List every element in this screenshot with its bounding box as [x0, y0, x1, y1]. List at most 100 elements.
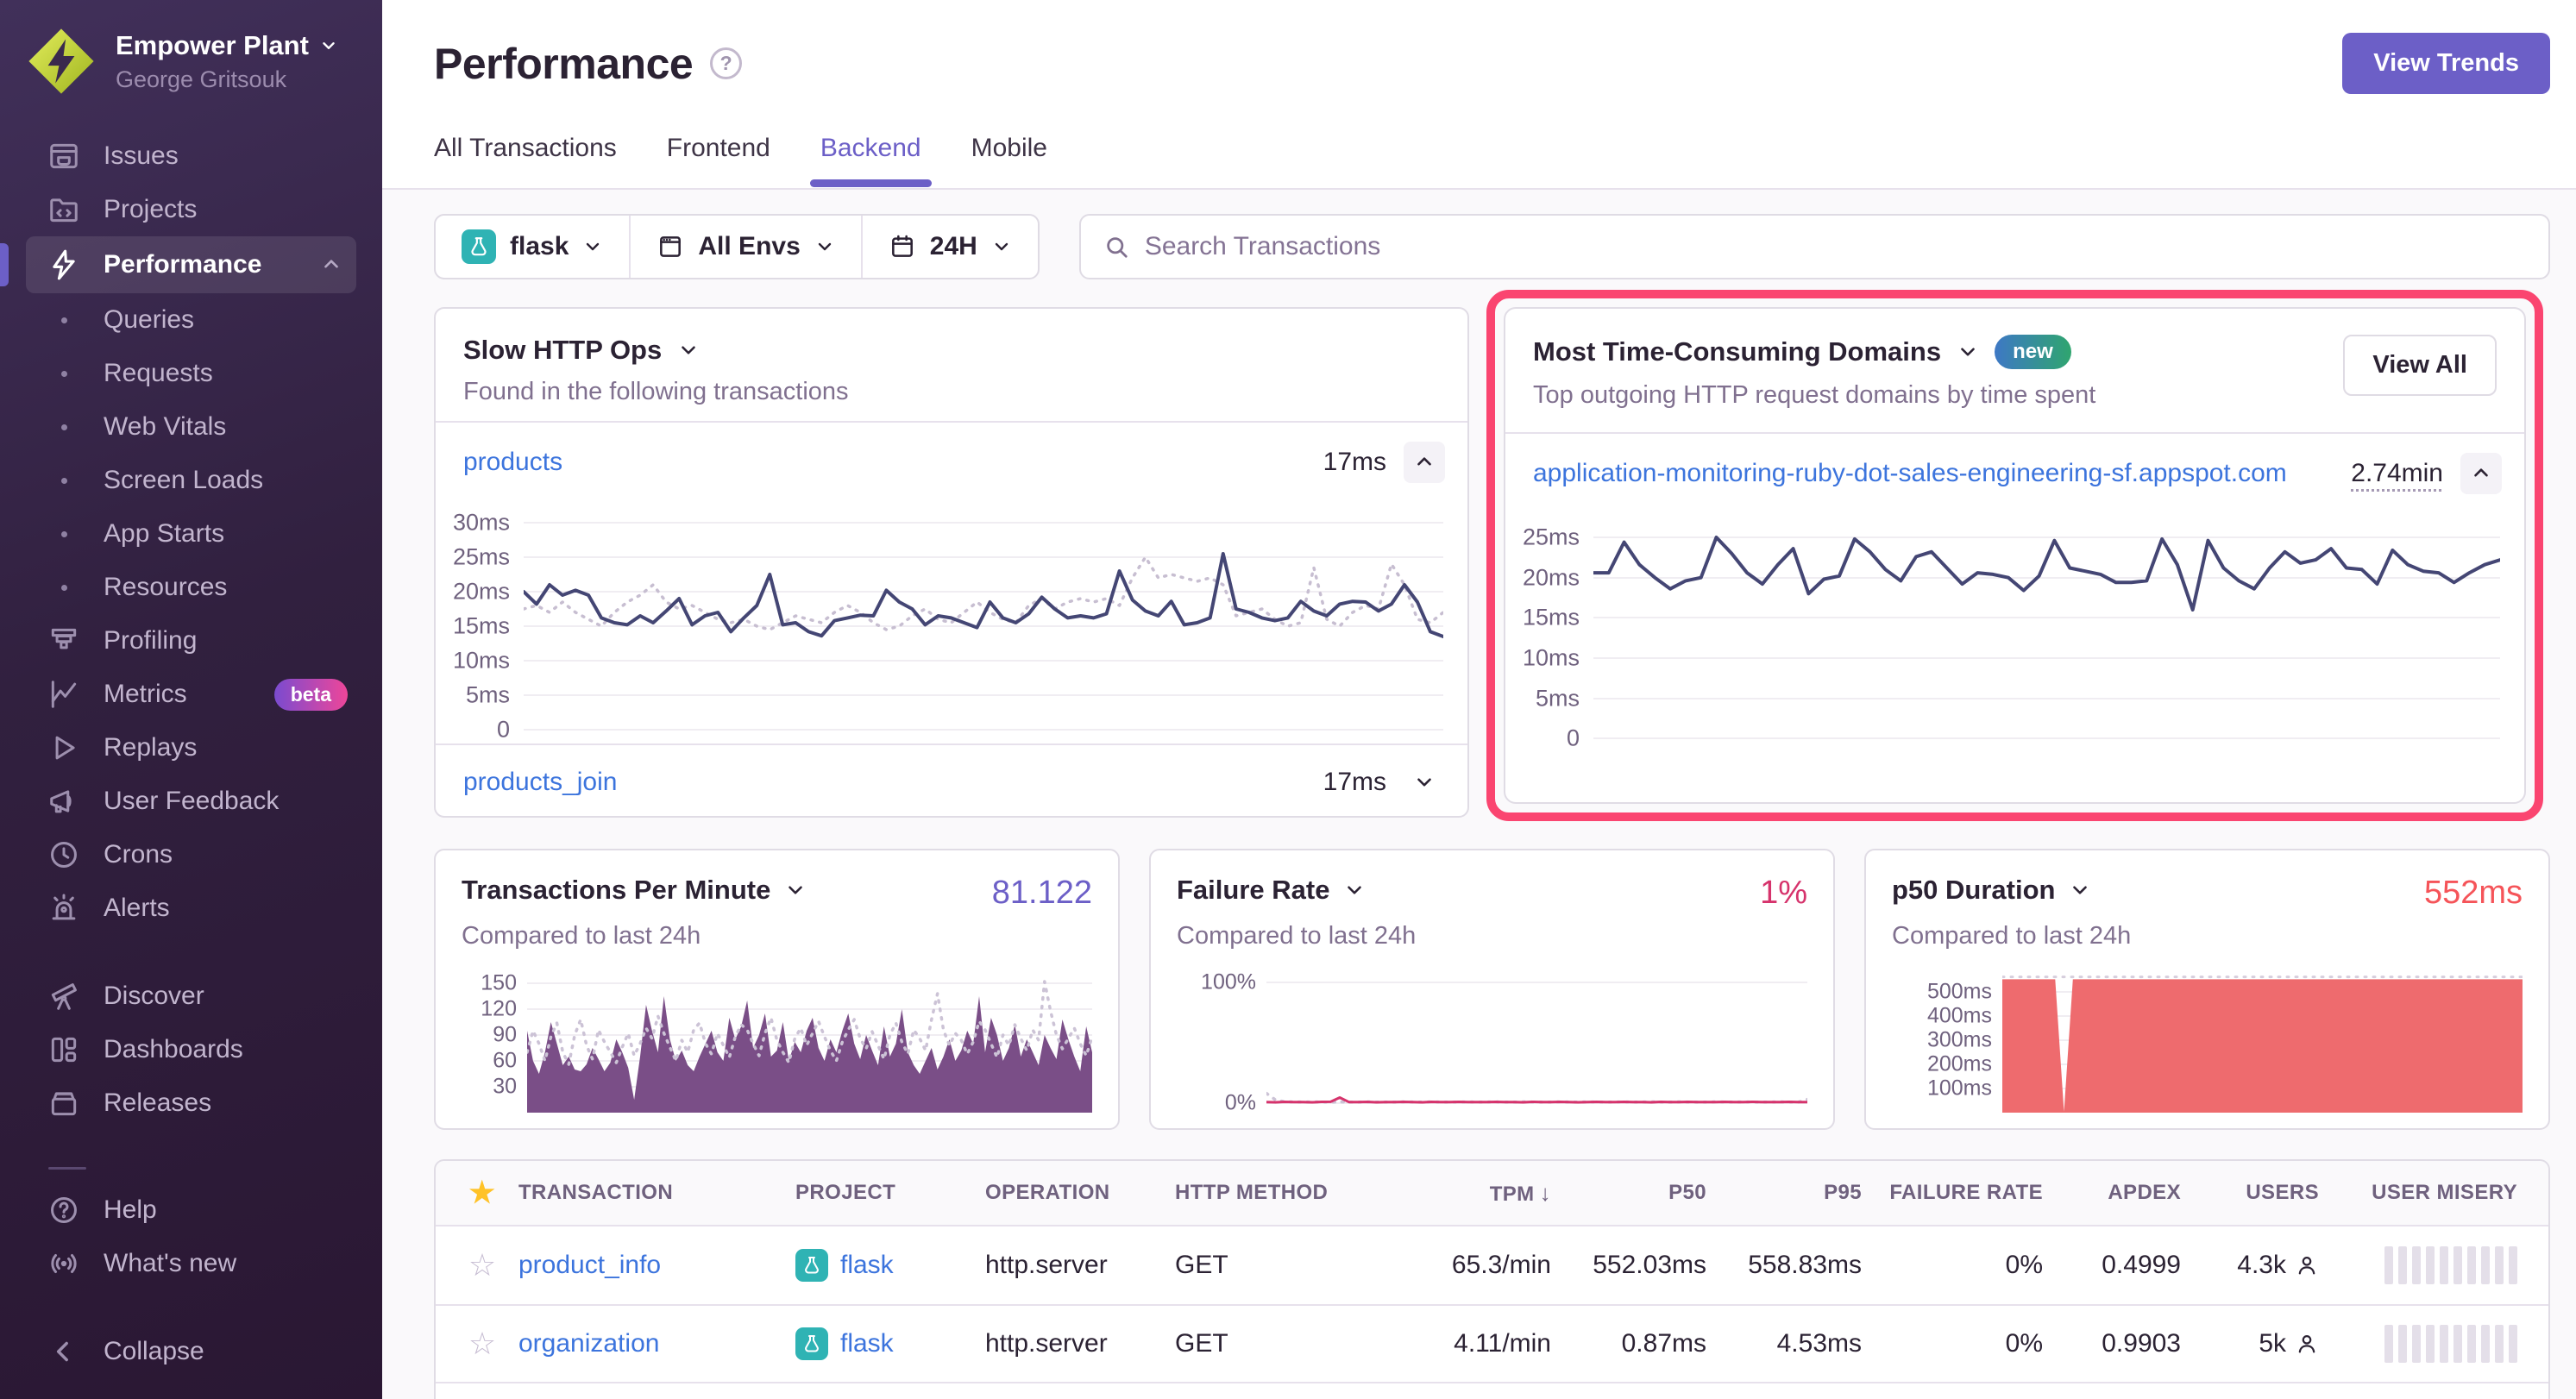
tab-backend[interactable]: Backend	[820, 134, 921, 185]
bullet-icon	[61, 585, 67, 591]
bullet-icon	[61, 478, 67, 484]
transactions-table: ★ TRANSACTION PROJECT OPERATION HTTP MET…	[434, 1159, 2550, 1399]
sidebar-item-requests[interactable]: Requests	[26, 347, 356, 400]
collapse-row-button[interactable]	[1404, 442, 1445, 483]
page-content: flask All Envs 24H	[382, 190, 2576, 1399]
view-all-button[interactable]: View All	[2343, 335, 2497, 396]
http-method-cell: GET	[1165, 1329, 1372, 1358]
col-user-misery[interactable]: USER MISERY	[2329, 1181, 2528, 1205]
chevron-down-icon	[1343, 879, 1366, 901]
p95-cell: 558.83ms	[1717, 1251, 1872, 1280]
project-cell[interactable]: flask	[785, 1249, 975, 1282]
star-outline-icon[interactable]: ☆	[456, 1247, 508, 1283]
most-time-consuming-domains-card: Most Time-Consuming Domains new Top outg…	[1504, 307, 2526, 804]
expand-row-button[interactable]	[1404, 762, 1445, 803]
user-name: George Gritsouk	[116, 66, 338, 93]
failure-rate-cell: 0%	[1872, 1251, 2053, 1280]
p95-cell: 4.53ms	[1717, 1329, 1872, 1358]
sidebar-item-replays[interactable]: Replays	[26, 721, 356, 775]
products-link[interactable]: products	[463, 448, 562, 477]
sidebar-item-dashboards[interactable]: Dashboards	[26, 1023, 356, 1076]
table-row-partial	[436, 1382, 2548, 1399]
col-project[interactable]: PROJECT	[785, 1181, 975, 1205]
operation-cell: http.server	[975, 1329, 1165, 1358]
sidebar-item-metrics[interactable]: Metrics beta	[26, 668, 356, 721]
star-icon[interactable]: ★	[456, 1176, 508, 1210]
siren-icon	[47, 891, 81, 925]
sidebar-item-profiling[interactable]: Profiling	[26, 614, 356, 668]
sidebar-item-alerts[interactable]: Alerts	[26, 881, 356, 935]
project-cell[interactable]: flask	[785, 1327, 975, 1360]
sidebar-item-projects[interactable]: Projects	[26, 183, 356, 236]
sidebar-item-issues[interactable]: Issues	[26, 129, 356, 183]
col-failure-rate[interactable]: FAILURE RATE	[1872, 1181, 2053, 1205]
col-p95[interactable]: P95	[1717, 1181, 1872, 1205]
chevron-down-icon	[1413, 771, 1436, 794]
calendar-icon	[889, 233, 916, 260]
transaction-link[interactable]: product_info	[508, 1251, 785, 1280]
sidebar-item-performance[interactable]: Performance	[26, 236, 356, 293]
col-transaction[interactable]: TRANSACTION	[508, 1181, 785, 1205]
environment-filter[interactable]: All Envs	[629, 216, 860, 278]
domains-subtitle: Top outgoing HTTP request domains by tim…	[1533, 381, 2343, 410]
user-icon	[2295, 1332, 2319, 1356]
tpm-title[interactable]: Transactions Per Minute	[462, 875, 770, 906]
col-tpm[interactable]: TPM↓	[1372, 1180, 1561, 1207]
p50-cell: 0.87ms	[1561, 1329, 1717, 1358]
sidebar-item-releases[interactable]: Releases	[26, 1076, 356, 1130]
slow-http-ops-card: Slow HTTP Ops Found in the following tra…	[434, 307, 1469, 818]
dashboards-icon	[47, 1032, 81, 1067]
p50-chart: 500ms400ms300ms200ms100ms	[1892, 968, 2523, 1113]
tpm-value: 81.122	[992, 875, 1092, 912]
tab-all-transactions[interactable]: All Transactions	[434, 134, 617, 185]
issues-icon	[47, 139, 81, 173]
replays-icon	[47, 731, 81, 765]
domains-title[interactable]: Most Time-Consuming Domains	[1533, 336, 1941, 367]
sidebar-item-user-feedback[interactable]: User Feedback	[26, 775, 356, 828]
search-input[interactable]	[1145, 232, 2526, 261]
p50-title[interactable]: p50 Duration	[1892, 875, 2055, 906]
sort-desc-icon: ↓	[1540, 1180, 1551, 1206]
feature-highlight-ring: Most Time-Consuming Domains new Top outg…	[1486, 290, 2543, 821]
tab-mobile[interactable]: Mobile	[971, 134, 1047, 185]
sidebar-item-crons[interactable]: Crons	[26, 828, 356, 881]
col-users[interactable]: USERS	[2191, 1181, 2329, 1205]
col-apdex[interactable]: APDEX	[2053, 1181, 2191, 1205]
col-p50[interactable]: P50	[1561, 1181, 1717, 1205]
slow-http-ops-title[interactable]: Slow HTTP Ops	[463, 335, 662, 366]
sidebar-collapse-button[interactable]: Collapse	[26, 1325, 356, 1378]
sidebar-item-resources[interactable]: Resources	[26, 561, 356, 614]
sidebar-item-discover[interactable]: Discover	[26, 969, 356, 1023]
date-range-filter[interactable]: 24H	[861, 216, 1038, 278]
users-cell: 4.3k	[2191, 1251, 2329, 1280]
tpm-card: Transactions Per Minute 81.122 Compared …	[434, 849, 1120, 1130]
transaction-link[interactable]: organization	[508, 1329, 785, 1358]
clock-icon	[47, 838, 81, 872]
col-operation[interactable]: OPERATION	[975, 1181, 1165, 1205]
domain-time-spent[interactable]: 2.74min	[2351, 459, 2443, 488]
sidebar-item-screen-loads[interactable]: Screen Loads	[26, 454, 356, 507]
sidebar-item-web-vitals[interactable]: Web Vitals	[26, 400, 356, 454]
sidebar-item-app-starts[interactable]: App Starts	[26, 507, 356, 561]
tab-frontend[interactable]: Frontend	[667, 134, 770, 185]
failure-rate-title[interactable]: Failure Rate	[1177, 875, 1329, 906]
star-outline-icon[interactable]: ☆	[456, 1326, 508, 1362]
project-filter[interactable]: flask	[436, 216, 629, 278]
products-join-link[interactable]: products_join	[463, 768, 617, 797]
domain-row: application-monitoring-ruby-dot-sales-en…	[1505, 434, 2524, 513]
org-switcher[interactable]: Empower Plant George Gritsouk	[0, 0, 382, 117]
view-trends-button[interactable]: View Trends	[2342, 33, 2550, 94]
domains-chart: 25ms20ms15ms10ms5ms0	[1511, 513, 2500, 755]
page-help-icon[interactable]: ?	[710, 47, 742, 79]
failure-rate-card: Failure Rate 1% Compared to last 24h 100…	[1149, 849, 1835, 1130]
user-misery-bars	[2329, 1246, 2528, 1284]
chevron-down-icon	[991, 236, 1012, 257]
sidebar-item-help[interactable]: Help	[26, 1183, 356, 1237]
chevron-down-icon	[2069, 879, 2091, 901]
col-http-method[interactable]: HTTP METHOD	[1165, 1181, 1372, 1205]
chevron-up-icon	[320, 254, 342, 276]
sidebar-item-whats-new[interactable]: What's new	[26, 1237, 356, 1290]
collapse-row-button[interactable]	[2460, 453, 2502, 494]
sidebar-item-queries[interactable]: Queries	[26, 293, 356, 347]
domain-link[interactable]: application-monitoring-ruby-dot-sales-en…	[1533, 459, 2287, 488]
